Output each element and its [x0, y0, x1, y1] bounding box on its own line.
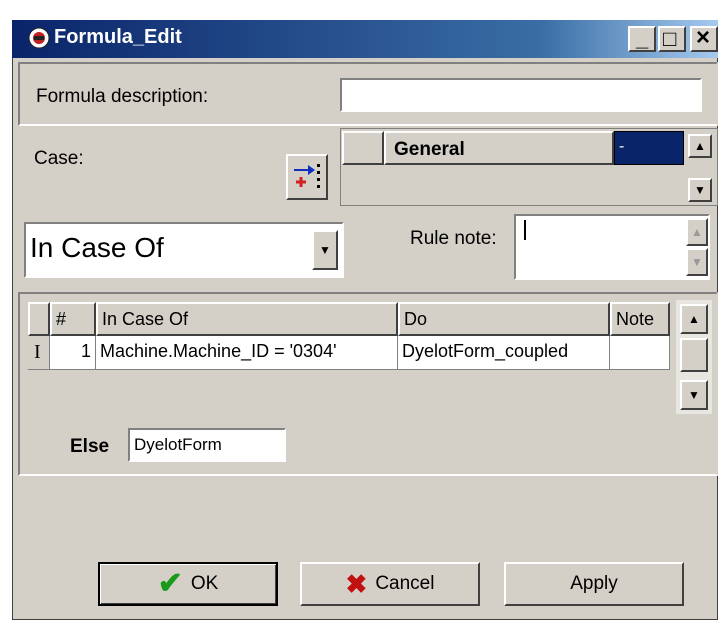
minimize-button[interactable]: _	[628, 26, 656, 52]
title-bar[interactable]: Formula_Edit _ □ ×	[12, 20, 718, 58]
table-scroll-thumb[interactable]	[680, 338, 708, 372]
general-scroll-down-button[interactable]: ▼	[688, 178, 712, 202]
table-row-indicator: I	[28, 336, 50, 370]
app-icon	[28, 27, 50, 49]
description-label: Formula description:	[36, 86, 209, 107]
add-rule-button[interactable]	[286, 154, 328, 200]
table-scroll-down-button[interactable]: ▼	[680, 380, 708, 410]
table-empty-area	[28, 370, 676, 410]
general-empty-row	[342, 166, 684, 204]
table-cell-action[interactable]: DyelotForm_coupled	[398, 336, 610, 370]
table-header-note[interactable]: Note	[610, 302, 670, 336]
maximize-icon: □	[663, 26, 677, 51]
rule-note-label: Rule note:	[410, 228, 497, 249]
arrow-up-icon: ▲	[688, 312, 700, 326]
cancel-button[interactable]: ✖ Cancel	[300, 562, 480, 606]
else-label: Else	[70, 436, 110, 457]
add-rule-icon	[294, 164, 320, 188]
apply-button[interactable]: Apply	[504, 562, 684, 606]
arrow-down-icon: ▼	[694, 183, 706, 197]
apply-button-label: Apply	[570, 573, 618, 594]
table-scroll-up-button[interactable]: ▲	[680, 304, 708, 334]
general-scroll-up-button[interactable]: ▲	[688, 134, 712, 158]
chevron-down-icon: ▼	[319, 243, 331, 257]
general-header[interactable]: General	[384, 131, 614, 165]
arrow-down-icon: ▼	[691, 255, 703, 269]
description-input[interactable]	[340, 78, 702, 112]
rule-note-scroll-down-button[interactable]: ▼	[686, 248, 708, 276]
table-cell-number[interactable]: 1	[50, 336, 96, 370]
cancel-x-icon: ✖	[345, 569, 368, 599]
table-header-number[interactable]: #	[50, 302, 96, 336]
else-input[interactable]: DyelotForm	[128, 428, 286, 462]
general-selected-cell[interactable]: -	[614, 131, 684, 165]
close-button[interactable]: ×	[690, 24, 718, 52]
table-header-indicator	[28, 302, 50, 336]
arrow-up-icon: ▲	[694, 139, 706, 153]
cancel-button-label: Cancel	[375, 573, 435, 594]
case-label: Case:	[34, 148, 84, 169]
ok-button-label: OK	[190, 573, 219, 594]
close-icon: ×	[696, 24, 711, 51]
minimize-icon: _	[636, 26, 649, 51]
checkmark-icon: ✔	[157, 567, 183, 600]
table-cell-condition[interactable]: Machine.Machine_ID = '0304'	[96, 336, 398, 370]
general-grid-corner	[342, 131, 384, 165]
arrow-down-icon: ▼	[688, 388, 700, 402]
rule-note-input[interactable]	[514, 214, 710, 280]
arrow-up-icon: ▲	[691, 225, 703, 239]
text-caret	[524, 220, 526, 240]
rule-note-scroll-up-button[interactable]: ▲	[686, 218, 708, 246]
window-title: Formula_Edit	[54, 26, 182, 48]
maximize-button[interactable]: □	[658, 26, 686, 52]
table-header-do[interactable]: Do	[398, 302, 610, 336]
ok-button[interactable]: ✔ OK	[98, 562, 278, 606]
case-mode-value: In Case Of	[30, 232, 164, 263]
case-mode-dropdown-button[interactable]: ▼	[312, 230, 338, 270]
table-header-in-case-of[interactable]: In Case Of	[96, 302, 398, 336]
table-cell-note[interactable]	[610, 336, 670, 370]
